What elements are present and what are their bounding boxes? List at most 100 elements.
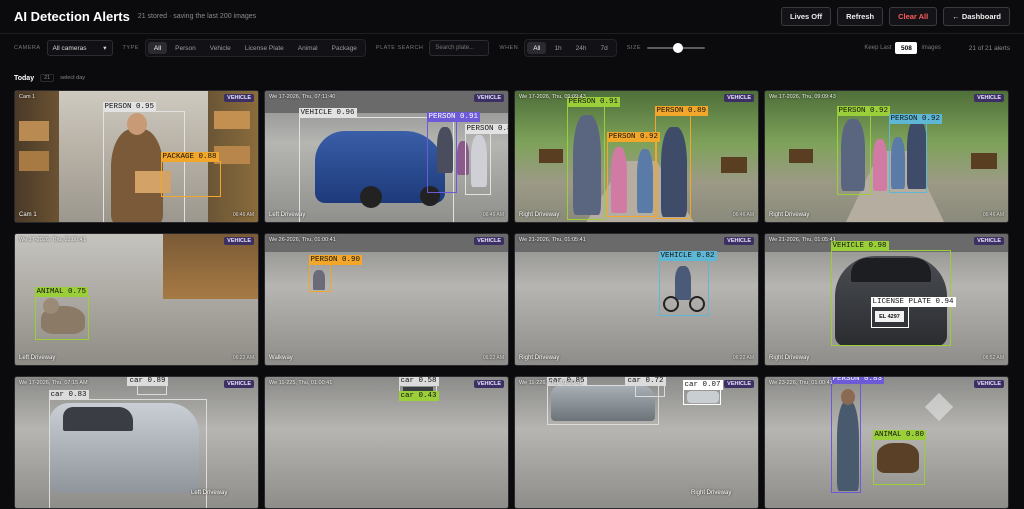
- license-plate-text: EL 4297: [875, 311, 904, 322]
- page-subtitle: 21 stored · saving the last 200 images: [137, 13, 257, 20]
- detection-box: car 0.72: [625, 377, 666, 397]
- detection-label: VEHICLE 0.98: [830, 241, 889, 251]
- detection-box: PACKAGE 0.88: [160, 152, 221, 197]
- timestamp: Cam 1: [19, 94, 36, 100]
- live-toggle-button[interactable]: Lives Off: [781, 7, 832, 26]
- alert-card[interactable]: PERSON 0.90 We 26-2026, Thu, 01:00:41 VE…: [264, 233, 509, 366]
- detection-label: LICENSE PLATE 0.94: [870, 297, 956, 307]
- detection-box: VEHICLE 0.82: [658, 251, 717, 316]
- detection-box: ANIMAL 0.80: [872, 430, 927, 485]
- alert-time: 06:46 AM: [482, 212, 504, 218]
- timestamp: We 17-2026, Thu, 07:15 AM: [19, 380, 88, 386]
- detection-box: LICENSE PLATE 0.94 EL 4297: [870, 297, 956, 328]
- type-badge: VEHICLE: [724, 237, 754, 245]
- detection-box: PERSON 0.90: [308, 255, 363, 292]
- keep-input[interactable]: 508: [895, 42, 918, 54]
- detection-label: car 0.89: [127, 377, 168, 386]
- type-label: TYPE: [122, 45, 139, 51]
- type-badge: VEHICLE: [974, 237, 1004, 245]
- when-7d[interactable]: 7d: [595, 42, 614, 54]
- detection-box: PERSON 0.92: [606, 132, 661, 217]
- type-badge: VEHICLE: [224, 380, 254, 388]
- alert-card[interactable]: car 0.58 car 0.43 We 11-225, Thu, 01:00:…: [264, 376, 509, 509]
- camera-name: Right Driveway: [519, 212, 560, 218]
- alert-time: 06:22 AM: [482, 355, 504, 361]
- detection-label: PERSON 0.90: [308, 255, 363, 265]
- type-all[interactable]: All: [147, 42, 168, 54]
- detection-box: car 0.43: [398, 391, 439, 401]
- when-label: WHEN: [499, 45, 519, 51]
- alert-card[interactable]: PERSON 0.83 ANIMAL 0.80 We 23-226, Thu, …: [764, 376, 1009, 509]
- type-person[interactable]: Person: [169, 42, 202, 54]
- camera-name: Right Driveway: [519, 355, 560, 361]
- detection-label: car 0.07: [682, 380, 723, 390]
- detection-box: car 0.07: [682, 380, 723, 405]
- type-badge: VEHICLE: [724, 94, 754, 102]
- alert-card[interactable]: PERSON 0.92 PERSON 0.92 We 17-2026, Thu,…: [764, 90, 1009, 223]
- type-badge: VEHICLE: [724, 380, 754, 388]
- date-count: 21: [40, 74, 55, 82]
- alert-card[interactable]: ANIMAL 0.75 We 17-2026, Thu, 01:00:41 VE…: [14, 233, 259, 366]
- date-label: Today: [14, 74, 35, 82]
- detection-label: PERSON 0.83: [830, 376, 885, 384]
- dashboard-button[interactable]: ← Dashboard: [943, 7, 1010, 26]
- clear-all-button[interactable]: Clear All: [889, 7, 938, 26]
- alert-card[interactable]: VEHICLE 0.96 PERSON 0.91 PERSON 0.89 We …: [264, 90, 509, 223]
- camera-name: Cam 1: [19, 212, 37, 218]
- camera-select-value: All cameras: [52, 44, 87, 52]
- detection-box: PERSON 0.92: [888, 114, 943, 193]
- select-day-link[interactable]: select day: [60, 75, 85, 81]
- type-license-plate[interactable]: License Plate: [239, 42, 290, 54]
- camera-select[interactable]: All cameras ▾: [46, 40, 113, 56]
- detection-label: car 0.83: [48, 390, 89, 400]
- when-1h[interactable]: 1h: [548, 42, 567, 54]
- type-badge: VEHICLE: [224, 237, 254, 245]
- when-filter: All 1h 24h 7d: [524, 39, 617, 57]
- alert-card[interactable]: VEHICLE 0.82 We 21-2026, Thu, 01:05:41 V…: [514, 233, 759, 366]
- alert-time: 06:22 AM: [732, 355, 754, 361]
- snapshot-image: [515, 234, 758, 365]
- detection-label: VEHICLE 0.82: [658, 251, 717, 261]
- when-24h[interactable]: 24h: [570, 42, 593, 54]
- alert-card[interactable]: PERSON 0.95 PACKAGE 0.88 Cam 1 VEHICLE C…: [14, 90, 259, 223]
- detection-label: PACKAGE 0.88: [160, 152, 219, 162]
- alert-card[interactable]: car 0.85 car 0.72 car 0.07 We 11-226, Th…: [514, 376, 759, 509]
- camera-name: Left Driveway: [191, 490, 228, 496]
- type-vehicle[interactable]: Vehicle: [204, 42, 237, 54]
- detection-box: PERSON 0.91: [426, 112, 481, 193]
- alert-grid: PERSON 0.95 PACKAGE 0.88 Cam 1 VEHICLE C…: [14, 90, 1010, 509]
- detection-label: car 0.43: [398, 391, 439, 401]
- keep-label: Keep Last: [864, 45, 892, 51]
- camera-name: Right Driveway: [769, 212, 810, 218]
- timestamp: We 21-2026, Thu, 01:05:41: [519, 237, 586, 243]
- detection-label: VEHICLE 0.96: [298, 108, 357, 118]
- chevron-down-icon: ▾: [103, 45, 107, 52]
- size-label: SIZE: [626, 45, 641, 51]
- alert-card[interactable]: VEHICLE 0.98 LICENSE PLATE 0.94 EL 4297 …: [764, 233, 1009, 366]
- alert-card[interactable]: car 0.89 car 0.83 We 17-2026, Thu, 07:15…: [14, 376, 259, 509]
- type-animal[interactable]: Animal: [292, 42, 324, 54]
- detection-box: PERSON 0.92: [836, 106, 891, 195]
- detection-box: PERSON 0.91: [566, 97, 621, 220]
- when-all[interactable]: All: [527, 42, 547, 54]
- timestamp: We 11-225, Thu, 01:00:41: [269, 380, 333, 386]
- camera-name: Right Driveway: [691, 490, 732, 496]
- detection-box: car 0.89: [127, 377, 168, 395]
- detection-label: PERSON 0.92: [836, 106, 891, 116]
- page-title: AI Detection Alerts: [14, 9, 130, 24]
- detection-label: PERSON 0.91: [426, 112, 481, 122]
- slider-thumb[interactable]: [673, 43, 684, 53]
- refresh-button[interactable]: Refresh: [837, 7, 884, 26]
- plate-search-input[interactable]: Search plate...: [429, 40, 490, 56]
- timestamp: We 21-2026, Thu, 01:05:41: [769, 237, 836, 243]
- timestamp: We 11-226, Thu, 01:00:41: [519, 380, 583, 386]
- detection-box: ANIMAL 0.75: [34, 287, 89, 340]
- type-package[interactable]: Package: [326, 42, 363, 54]
- camera-name: Left Driveway: [19, 355, 56, 361]
- detection-label: PERSON 0.89: [464, 124, 508, 134]
- detection-box: PERSON 0.89: [464, 124, 508, 195]
- alert-card[interactable]: PERSON 0.91 PERSON 0.89 PERSON 0.92 We 1…: [514, 90, 759, 223]
- size-slider[interactable]: [647, 42, 705, 54]
- snapshot-image: [265, 234, 508, 365]
- date-row: Today 21 select day: [14, 74, 85, 82]
